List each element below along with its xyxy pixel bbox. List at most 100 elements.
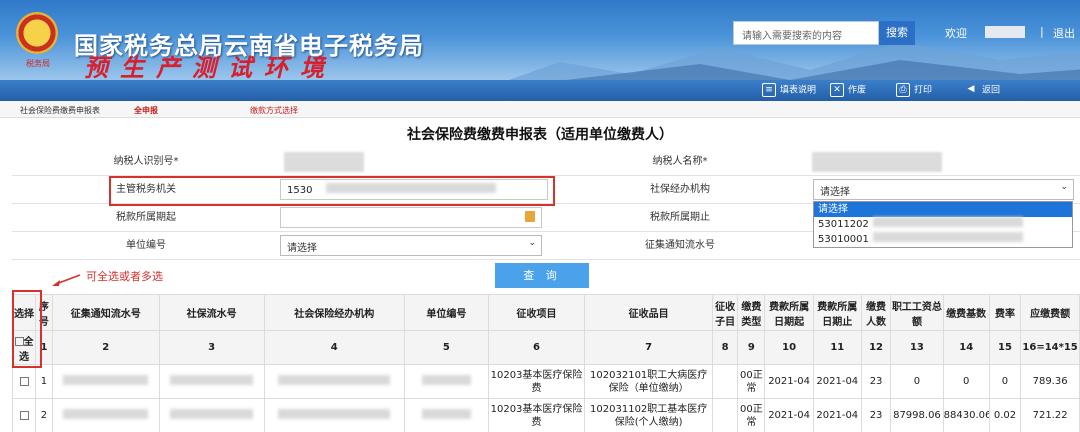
row-seq: 2: [35, 398, 53, 432]
row-end: 2021-04: [812, 398, 862, 432]
logout-link[interactable]: 退出: [1053, 25, 1075, 41]
number-cell: 2: [51, 330, 160, 365]
row-checkbox-cell[interactable]: [11, 364, 37, 399]
number-cell: 13: [890, 330, 944, 365]
dropdown-option[interactable]: 请选择: [814, 202, 1072, 217]
period-start-label: 税款所属期起: [116, 212, 176, 223]
table-number-row: 全选 1 2 3 4 5 6 7 8 9 10 11 12 13 14 15 1…: [11, 330, 1080, 365]
row-unit-no: [403, 364, 489, 399]
highlight-tax-authority: [109, 176, 555, 206]
annotation-arrow-icon: [52, 274, 81, 286]
row-rate: 0.02: [988, 398, 1022, 432]
row-item: 10203基本医疗保险费: [487, 398, 586, 432]
document-icon: ≡: [762, 83, 776, 97]
col-subitem: 征收品目: [584, 294, 714, 331]
print-button[interactable]: ⎙ 打印: [896, 83, 932, 98]
dropdown-option-label: 53011202: [818, 219, 869, 230]
period-start-field[interactable]: [280, 207, 542, 228]
emblem-caption: 税务局: [26, 59, 50, 68]
chevron-down-icon: ⌄: [1060, 182, 1068, 192]
breadcrumb-payment-method[interactable]: 缴款方式选择: [250, 105, 298, 116]
row-seq: 1: [35, 364, 53, 399]
redacted-value: [170, 374, 254, 385]
row-base: 88430.06: [942, 398, 990, 432]
social-agency-value: 请选择: [820, 187, 850, 198]
redacted-value: [63, 374, 149, 385]
col-start: 费款所属日期起: [764, 294, 814, 331]
number-cell: 7: [584, 330, 714, 365]
tax-emblem-icon: [16, 12, 58, 54]
taxpayer-name-value: [812, 152, 942, 172]
table-row[interactable]: 2 10203基本医疗保险费 102031102职工基本医疗保险(个人缴纳) 0…: [11, 398, 1080, 432]
row-subitem: 102031102职工基本医疗保险(个人缴纳): [584, 398, 714, 432]
row-wage: 0: [890, 364, 944, 399]
taxpayer-id-label: 纳税人识别号*: [113, 156, 179, 167]
search-button[interactable]: 搜索: [879, 21, 915, 45]
back-button[interactable]: ◀ 返回: [964, 83, 1000, 98]
row-start: 2021-04: [764, 364, 814, 399]
col-base: 缴费基数: [942, 294, 990, 331]
row-type: 00正常: [737, 364, 766, 399]
number-cell: 14: [942, 330, 990, 365]
toolbar: ≡ 填表说明 ✕ 作废 ⎙ 打印 ◀ 返回: [0, 80, 1080, 101]
col-subcategory: 征收子目: [712, 294, 739, 331]
number-cell: 8: [712, 330, 739, 365]
row-subcategory: [712, 398, 739, 432]
search-input[interactable]: 请输入需要搜索的内容: [733, 21, 879, 45]
dropdown-option-label: 53010001: [818, 234, 869, 245]
number-cell: 3: [158, 330, 265, 365]
col-rate: 费率: [988, 294, 1022, 331]
help-label: 填表说明: [780, 85, 817, 96]
col-social-no: 社保流水号: [158, 294, 265, 331]
help-button[interactable]: ≡ 填表说明: [762, 83, 816, 98]
unit-no-label: 单位编号: [126, 240, 166, 251]
social-agency-dropdown[interactable]: 请选择 53011202 53010001: [813, 201, 1073, 248]
redacted-value: [170, 408, 254, 419]
row-base: 0: [942, 364, 990, 399]
row-end: 2021-04: [812, 364, 862, 399]
social-agency-select[interactable]: 请选择 ⌄: [813, 179, 1074, 200]
void-doc-icon: ✕: [830, 83, 844, 97]
user-name-redacted: [985, 26, 1025, 38]
redacted-value: [278, 374, 391, 385]
header-separator: |: [1040, 25, 1044, 38]
row-notice-no: [51, 398, 160, 432]
dropdown-option[interactable]: 53010001: [814, 232, 1072, 247]
number-cell: 9: [737, 330, 766, 365]
row-subcategory: [712, 364, 739, 399]
col-agency: 社会保险经办机构: [263, 294, 405, 331]
calendar-icon[interactable]: [525, 211, 535, 222]
col-unit-no: 单位编号: [403, 294, 489, 331]
form-row-taxpayer: 纳税人识别号* 纳税人名称*: [12, 148, 1080, 176]
unit-no-select[interactable]: 请选择 ⌄: [280, 235, 542, 256]
query-button[interactable]: 查 询: [495, 263, 589, 288]
table-row[interactable]: 1 10203基本医疗保险费 102032101职工大病医疗保险（单位缴纳） 0…: [11, 364, 1080, 399]
row-unit-no: [403, 398, 489, 432]
row-amount: 721.22: [1020, 398, 1080, 432]
header-banner: 税务局 国家税务总局云南省电子税务局 预生产测试环境 请输入需要搜索的内容 搜索…: [0, 0, 1080, 80]
dropdown-option[interactable]: 53011202: [814, 217, 1072, 232]
page-title: 社会保险费缴费申报表（适用单位缴费人）: [407, 127, 673, 143]
period-end-label: 税款所属期止: [650, 212, 710, 223]
row-checkbox[interactable]: [19, 376, 29, 386]
row-social-no: [158, 398, 265, 432]
row-checkbox[interactable]: [19, 410, 29, 420]
void-button[interactable]: ✕ 作废: [830, 83, 866, 98]
print-label: 打印: [914, 85, 933, 96]
row-subitem: 102032101职工大病医疗保险（单位缴纳）: [584, 364, 714, 399]
row-start: 2021-04: [764, 398, 814, 432]
row-checkbox-cell[interactable]: [11, 398, 37, 432]
col-type: 缴费类型: [737, 294, 766, 331]
dropdown-option-redacted: [872, 217, 1023, 227]
number-cell: 11: [812, 330, 862, 365]
col-amount: 应缴费额: [1020, 294, 1080, 331]
notice-no-label: 征集通知流水号: [645, 240, 715, 251]
col-wage: 职工工资总额: [890, 294, 944, 331]
row-social-no: [158, 364, 265, 399]
printer-icon: ⎙: [896, 83, 910, 97]
row-type: 00正常: [737, 398, 766, 432]
col-end: 费款所属日期止: [812, 294, 862, 331]
back-arrow-icon: ◀: [967, 84, 975, 94]
breadcrumb-declare-all[interactable]: 全申报: [134, 105, 158, 116]
row-agency: [263, 398, 405, 432]
